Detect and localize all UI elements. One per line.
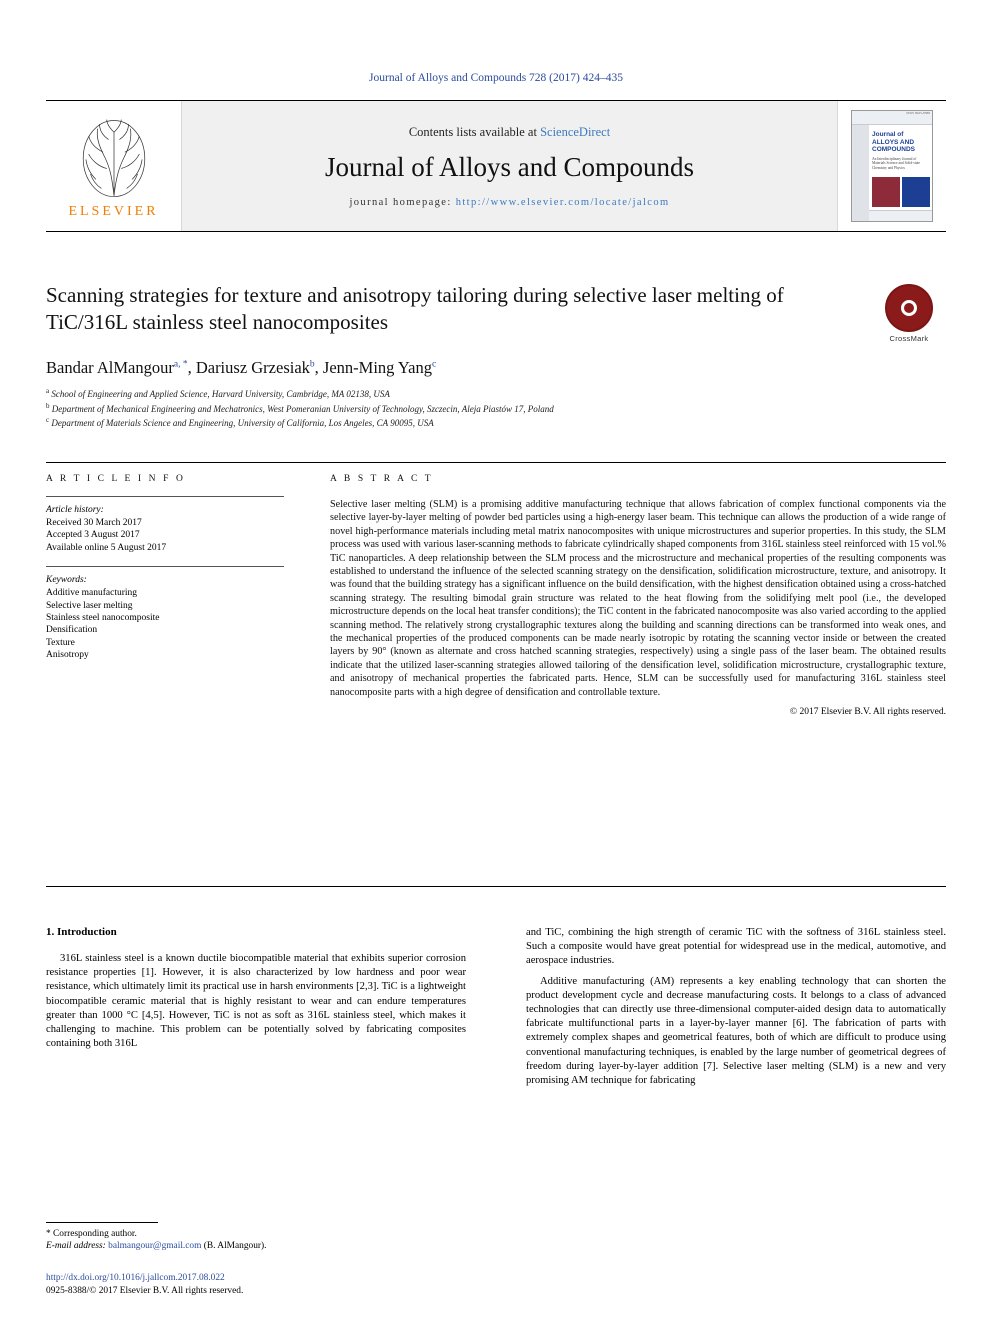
journal-masthead: ELSEVIER Contents lists available at Sci… (46, 100, 946, 232)
affiliation-c: c Department of Materials Science and En… (46, 415, 866, 430)
cover-title: Journal of ALLOYS AND COMPOUNDS (872, 131, 915, 153)
keywords-divider (46, 566, 284, 568)
article-info-column: A R T I C L E I N F O Article history: R… (46, 474, 296, 662)
article-history-received: Received 30 March 2017 (46, 518, 142, 528)
affiliation-b-text: Department of Mechanical Engineering and… (51, 403, 554, 414)
author-1-marks: b (309, 359, 315, 370)
email-suffix: (B. AlMangour). (201, 1241, 267, 1251)
author-2-marks: c (432, 359, 437, 370)
keyword-1: Selective laser melting (46, 600, 133, 611)
affiliation-list: a School of Engineering and Applied Scie… (46, 386, 866, 430)
page-title: Scanning strategies for texture and anis… (46, 283, 784, 334)
sciencedirect-link[interactable]: ScienceDirect (540, 125, 610, 139)
keyword-2: Stainless steel nanocomposite (46, 613, 160, 624)
keyword-3: Densification (46, 625, 98, 636)
running-head: Journal of Alloys and Compounds 728 (201… (369, 72, 623, 84)
article-history-online: Available online 5 August 2017 (46, 542, 167, 553)
elsevier-logo: ELSEVIER (46, 101, 181, 231)
affiliation-c-mark: c (46, 416, 50, 425)
author-list: Bandar AlMangoura, *, Dariusz Grzesiakb,… (46, 358, 437, 377)
section-rule-bottom (46, 886, 946, 887)
journal-homepage-line: journal homepage: http://www.elsevier.co… (349, 197, 669, 208)
cover-swatch-red (872, 177, 900, 207)
title-block: Scanning strategies for texture and anis… (46, 282, 866, 430)
affiliation-b: b Department of Mechanical Engineering a… (46, 401, 866, 416)
author-0-marks: a, * (173, 359, 188, 370)
body-column-right: and TiC, combining the high strength of … (526, 926, 946, 1094)
journal-title: Journal of Alloys and Compounds (325, 151, 694, 182)
crossmark-label: CrossMark (889, 334, 929, 343)
keyword-5: Anisotropy (46, 650, 89, 661)
corresponding-author-note: * Corresponding author. (46, 1229, 137, 1239)
keywords-label: Keywords: (46, 575, 87, 586)
author-0: Bandar AlMangour (46, 358, 174, 377)
cover-image: ISSN 0925-8388 Journal of ALLOYS AND COM… (851, 110, 933, 222)
body-paragraph-right-0: and TiC, combining the high strength of … (526, 927, 946, 967)
cover-swatch-blue (902, 177, 930, 207)
body-paragraph-left-0: 316L stainless steel is a known ductile … (46, 953, 466, 1050)
email-link[interactable]: balmangour@gmail.com (108, 1241, 201, 1251)
footnote-block: * Corresponding author. E-mail address: … (46, 1222, 466, 1252)
email-label: E-mail address: (46, 1241, 109, 1251)
issn-copyright-line: 0925-8388/© 2017 Elsevier B.V. All right… (46, 1285, 244, 1296)
keyword-4: Texture (46, 637, 75, 648)
contents-line: Contents lists available at ScienceDirec… (409, 125, 610, 140)
elsevier-wordmark: ELSEVIER (68, 204, 159, 219)
abstract-text: Selective laser melting (SLM) is a promi… (330, 499, 946, 698)
article-info-divider (46, 496, 284, 497)
homepage-url[interactable]: http://www.elsevier.com/locate/jalcom (456, 197, 670, 208)
contents-prefix: Contents lists available at (408, 124, 541, 139)
abstract-copyright: © 2017 Elsevier B.V. All rights reserved… (789, 707, 946, 718)
footnote-divider (46, 1222, 158, 1223)
crossmark-badge[interactable]: CrossMark (872, 284, 946, 343)
crossmark-icon (885, 284, 933, 332)
affiliation-a-mark: a (46, 387, 50, 395)
author-2: Jenn-Ming Yang (322, 358, 433, 377)
cover-left-bar (852, 125, 869, 221)
article-info-heading: A R T I C L E I N F O (46, 474, 186, 484)
cover-bottom-bar (869, 210, 932, 221)
homepage-prefix: journal homepage: (349, 196, 456, 208)
email-note: E-mail address: balmangour@gmail.com (B.… (46, 1240, 466, 1252)
doi-link[interactable]: http://dx.doi.org/10.1016/j.jallcom.2017… (46, 1272, 466, 1285)
abstract-heading: A B S T R A C T (330, 474, 434, 484)
affiliation-c-text: Department of Materials Science and Engi… (51, 418, 434, 429)
article-first-page: Journal of Alloys and Compounds 728 (201… (0, 0, 992, 1323)
affiliation-a-text: School of Engineering and Applied Scienc… (51, 389, 390, 399)
author-1: Dariusz Grzesiak (195, 358, 310, 377)
doi-block: http://dx.doi.org/10.1016/j.jallcom.2017… (46, 1272, 466, 1297)
article-history-accepted: Accepted 3 August 2017 (46, 530, 140, 541)
body-paragraph-right-1: Additive manufacturing (AM) represents a… (526, 975, 946, 1087)
section-heading-introduction: 1. Introduction (46, 926, 117, 938)
cover-subtitle: An Interdisciplinary Journal of Material… (872, 157, 921, 170)
affiliation-a: a School of Engineering and Applied Scie… (46, 386, 866, 401)
journal-cover-thumbnail: ISSN 0925-8388 Journal of ALLOYS AND COM… (838, 101, 946, 231)
article-history-label: Article history: (46, 505, 104, 515)
abstract-column: A B S T R A C T Selective laser melting … (330, 474, 946, 717)
affiliation-b-mark: b (46, 401, 50, 410)
section-rule-top (46, 462, 946, 463)
body-column-left: 1. Introduction 316L stainless steel is … (46, 926, 466, 1057)
elsevier-tree-icon (82, 119, 145, 197)
masthead-center: Contents lists available at ScienceDirec… (181, 101, 838, 231)
keyword-0: Additive manufacturing (46, 588, 138, 599)
cover-top-note: ISSN 0925-8388 (852, 111, 932, 125)
